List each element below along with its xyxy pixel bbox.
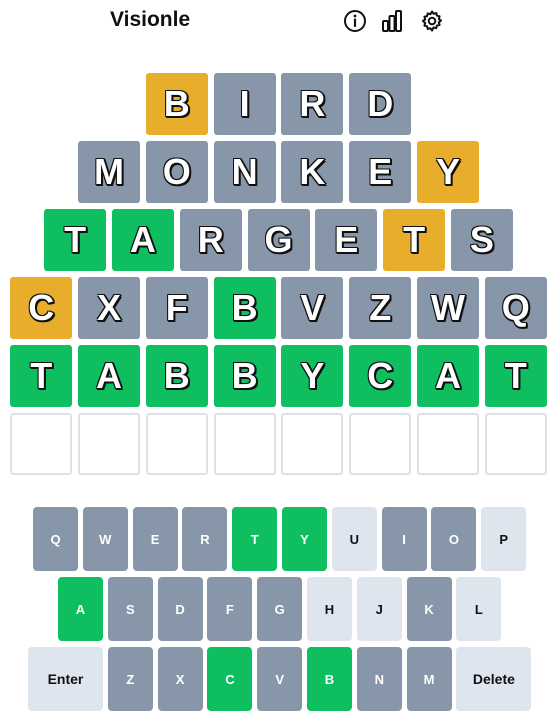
key-c[interactable]: C (207, 647, 253, 711)
key-p[interactable]: P (481, 507, 527, 571)
key-n[interactable]: N (356, 647, 402, 711)
letter-tile: I (213, 73, 276, 135)
key-z[interactable]: Z (107, 647, 153, 711)
letter-tile: R (281, 73, 344, 135)
letter-tile: G (247, 209, 310, 271)
letter-tile: T (484, 345, 547, 407)
letter-tile: B (213, 345, 276, 407)
letter-tile: S (450, 209, 513, 271)
stats-icon[interactable] (380, 9, 404, 33)
key-s[interactable]: S (107, 577, 153, 641)
empty-tile (349, 413, 412, 475)
gear-icon[interactable] (420, 9, 444, 33)
key-k[interactable]: K (406, 577, 452, 641)
letter-tile: N (213, 141, 276, 203)
letter-tile: B (145, 345, 208, 407)
letter-tile: T (383, 209, 446, 271)
letter-tile: C (10, 277, 73, 339)
board-row (0, 413, 557, 477)
letter-tile: B (213, 277, 276, 339)
letter-tile: T (44, 209, 107, 271)
board-row: MONKEY (0, 141, 557, 205)
key-y[interactable]: Y (282, 507, 327, 571)
letter-tile: R (179, 209, 242, 271)
letter-tile: W (417, 277, 479, 339)
key-q[interactable]: Q (33, 507, 78, 571)
board-row: TARGETS (0, 209, 557, 273)
letter-tile: A (111, 209, 174, 271)
key-h[interactable]: H (307, 577, 352, 641)
key-x[interactable]: X (157, 647, 203, 711)
letter-tile: D (349, 73, 412, 135)
empty-tile (78, 413, 140, 475)
key-f[interactable]: F (207, 577, 253, 641)
empty-tile (10, 413, 73, 475)
delete-key[interactable]: Delete (456, 647, 532, 711)
key-u[interactable]: U (331, 507, 377, 571)
board-row: BIRD (0, 73, 557, 137)
app-title: Visionle (110, 8, 191, 31)
letter-tile: Z (349, 277, 412, 339)
letter-tile: K (281, 141, 344, 203)
board-row: CXFBVZWQ (0, 277, 557, 341)
key-t[interactable]: T (232, 507, 278, 571)
letter-tile: A (78, 345, 140, 407)
letter-tile: C (349, 345, 412, 407)
key-i[interactable]: I (381, 507, 427, 571)
letter-tile: X (78, 277, 140, 339)
key-w[interactable]: W (82, 507, 128, 571)
board-row: TABBYCAT (0, 345, 557, 409)
letter-tile: A (417, 345, 479, 407)
letter-tile: E (315, 209, 378, 271)
empty-tile (281, 413, 344, 475)
key-v[interactable]: V (257, 647, 303, 711)
key-l[interactable]: L (456, 577, 502, 641)
key-b[interactable]: B (307, 647, 352, 711)
letter-tile: F (145, 277, 208, 339)
key-a[interactable]: A (58, 577, 103, 641)
key-g[interactable]: G (257, 577, 303, 641)
empty-tile (145, 413, 208, 475)
empty-tile (484, 413, 547, 475)
empty-tile (417, 413, 479, 475)
key-d[interactable]: D (157, 577, 203, 641)
letter-tile: Q (484, 277, 547, 339)
letter-tile: Y (417, 141, 479, 203)
empty-tile (213, 413, 276, 475)
key-r[interactable]: R (182, 507, 228, 571)
key-m[interactable]: M (406, 647, 452, 711)
letter-tile: Y (281, 345, 344, 407)
letter-tile: V (281, 277, 344, 339)
letter-tile: B (145, 73, 208, 135)
key-o[interactable]: O (431, 507, 477, 571)
info-icon[interactable] (343, 9, 367, 33)
letter-tile: M (78, 141, 140, 203)
key-j[interactable]: J (356, 577, 402, 641)
letter-tile: E (349, 141, 412, 203)
letter-tile: O (145, 141, 208, 203)
enter-key[interactable]: Enter (28, 647, 103, 711)
letter-tile: T (10, 345, 73, 407)
key-e[interactable]: E (132, 507, 178, 571)
